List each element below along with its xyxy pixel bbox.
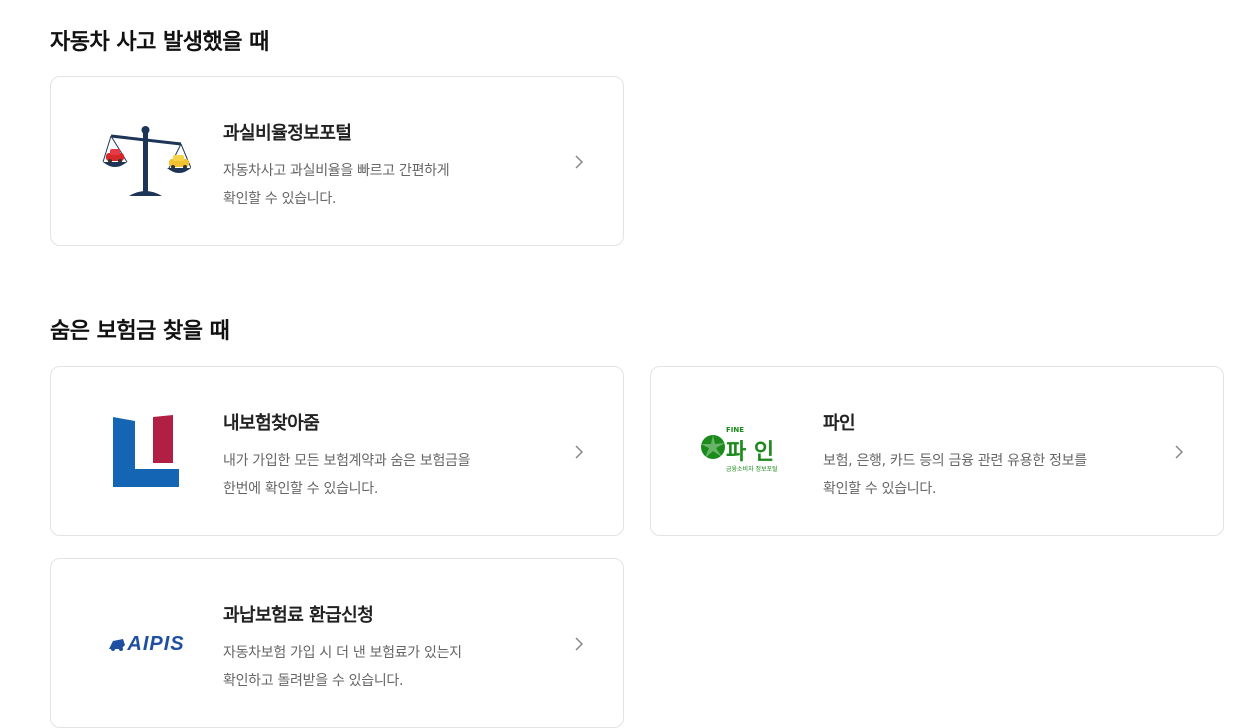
card-fault-ratio-portal[interactable]: 과실비율정보포털 자동차사고 과실비율을 빠르고 간편하게 확인할 수 있습니다… — [50, 76, 624, 246]
card-description: 자동차보험 가입 시 더 낸 보험료가 있는지 확인하고 돌려받을 수 있습니다… — [223, 639, 543, 695]
chevron-right-icon — [575, 637, 584, 651]
card-description-line: 한번에 확인할 수 있습니다. — [223, 481, 378, 497]
chevron-right-icon — [575, 155, 584, 169]
card-description-line: 내가 가입한 모든 보험계약과 숨은 보험금을 — [223, 453, 471, 469]
aipis-car-icon — [109, 639, 126, 651]
scale-logo — [91, 107, 201, 217]
card-description-line: 확인할 수 있습니다. — [223, 191, 337, 207]
card-description: 자동차사고 과실비율을 빠르고 간편하게 확인할 수 있습니다. — [223, 157, 543, 213]
chevron-right-icon — [1175, 445, 1184, 459]
aipis-logo-text: AIPIS — [127, 632, 185, 655]
card-title: 과납보험료 환급신청 — [223, 605, 374, 626]
card-fine[interactable]: FINE 파 인 금융소비자 정보포털 파인 보험, 은행, 카드 등의 금융 … — [650, 366, 1224, 536]
card-description-line: 확인할 수 있습니다. — [823, 481, 937, 497]
card-title: 내보험찾아줌 — [223, 413, 320, 434]
fine-logo-top-text: FINE — [726, 426, 745, 434]
card-title: 파인 — [823, 413, 856, 434]
fine-logo-main-text: 파 인 — [726, 440, 775, 465]
card-description: 내가 가입한 모든 보험계약과 숨은 보험금을 한번에 확인할 수 있습니다. — [223, 447, 543, 503]
naebohum-logo — [91, 397, 201, 507]
section-title-car-accident: 자동차 사고 발생했을 때 — [50, 30, 269, 55]
chevron-right-icon — [575, 445, 584, 459]
fine-logo-sub-text: 금융소비자 정보포털 — [726, 466, 778, 473]
card-description-line: 자동차보험 가입 시 더 낸 보험료가 있는지 — [223, 645, 462, 661]
card-title: 과실비율정보포털 — [223, 123, 352, 144]
card-naebohum[interactable]: 내보험찾아줌 내가 가입한 모든 보험계약과 숨은 보험금을 한번에 확인할 수… — [50, 366, 624, 536]
fine-logo: FINE 파 인 금융소비자 정보포털 — [691, 397, 801, 507]
card-aipis-refund[interactable]: AIPIS 과납보험료 환급신청 자동차보험 가입 시 더 낸 보험료가 있는지… — [50, 558, 624, 728]
card-description-line: 확인하고 돌려받을 수 있습니다. — [223, 673, 404, 689]
card-description-line: 보험, 은행, 카드 등의 금융 관련 유용한 정보를 — [823, 453, 1087, 469]
section-title-hidden-insurance: 숨은 보험금 찾을 때 — [50, 319, 230, 344]
card-description-line: 자동차사고 과실비율을 빠르고 간편하게 — [223, 163, 450, 179]
card-description: 보험, 은행, 카드 등의 금융 관련 유용한 정보를 확인할 수 있습니다. — [823, 447, 1143, 503]
aipis-logo: AIPIS — [91, 589, 201, 699]
